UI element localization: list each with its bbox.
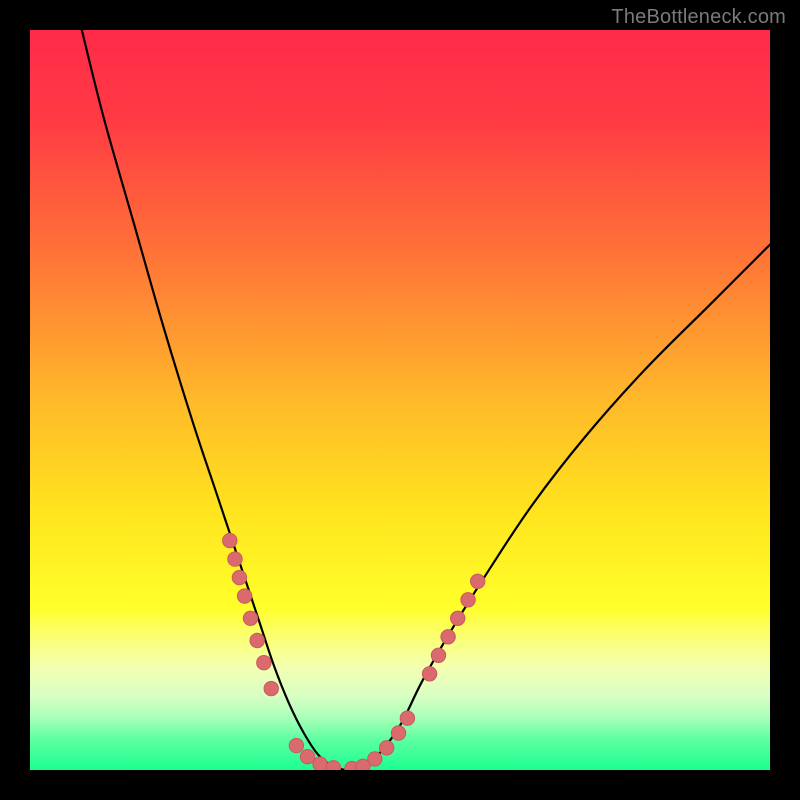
data-point [223,533,237,547]
data-point [471,574,485,588]
data-point [289,738,303,752]
data-point [451,611,465,625]
plot-area [30,30,770,770]
data-point [461,593,475,607]
data-point [228,552,242,566]
data-points [223,533,485,770]
data-point [379,741,393,755]
data-point [422,667,436,681]
data-point [400,711,414,725]
data-point [232,570,246,584]
data-point [368,752,382,766]
data-point [313,757,327,770]
bottleneck-curve [82,30,770,770]
data-point [257,656,271,670]
data-point [264,681,278,695]
data-point [441,630,455,644]
data-point [391,726,405,740]
data-point [250,633,264,647]
data-point [243,611,257,625]
data-point [237,589,251,603]
data-point [326,761,340,770]
data-point [300,749,314,763]
data-point [431,648,445,662]
watermark-text: TheBottleneck.com [611,6,786,29]
curve-layer [30,30,770,770]
chart-frame: TheBottleneck.com [0,0,800,800]
